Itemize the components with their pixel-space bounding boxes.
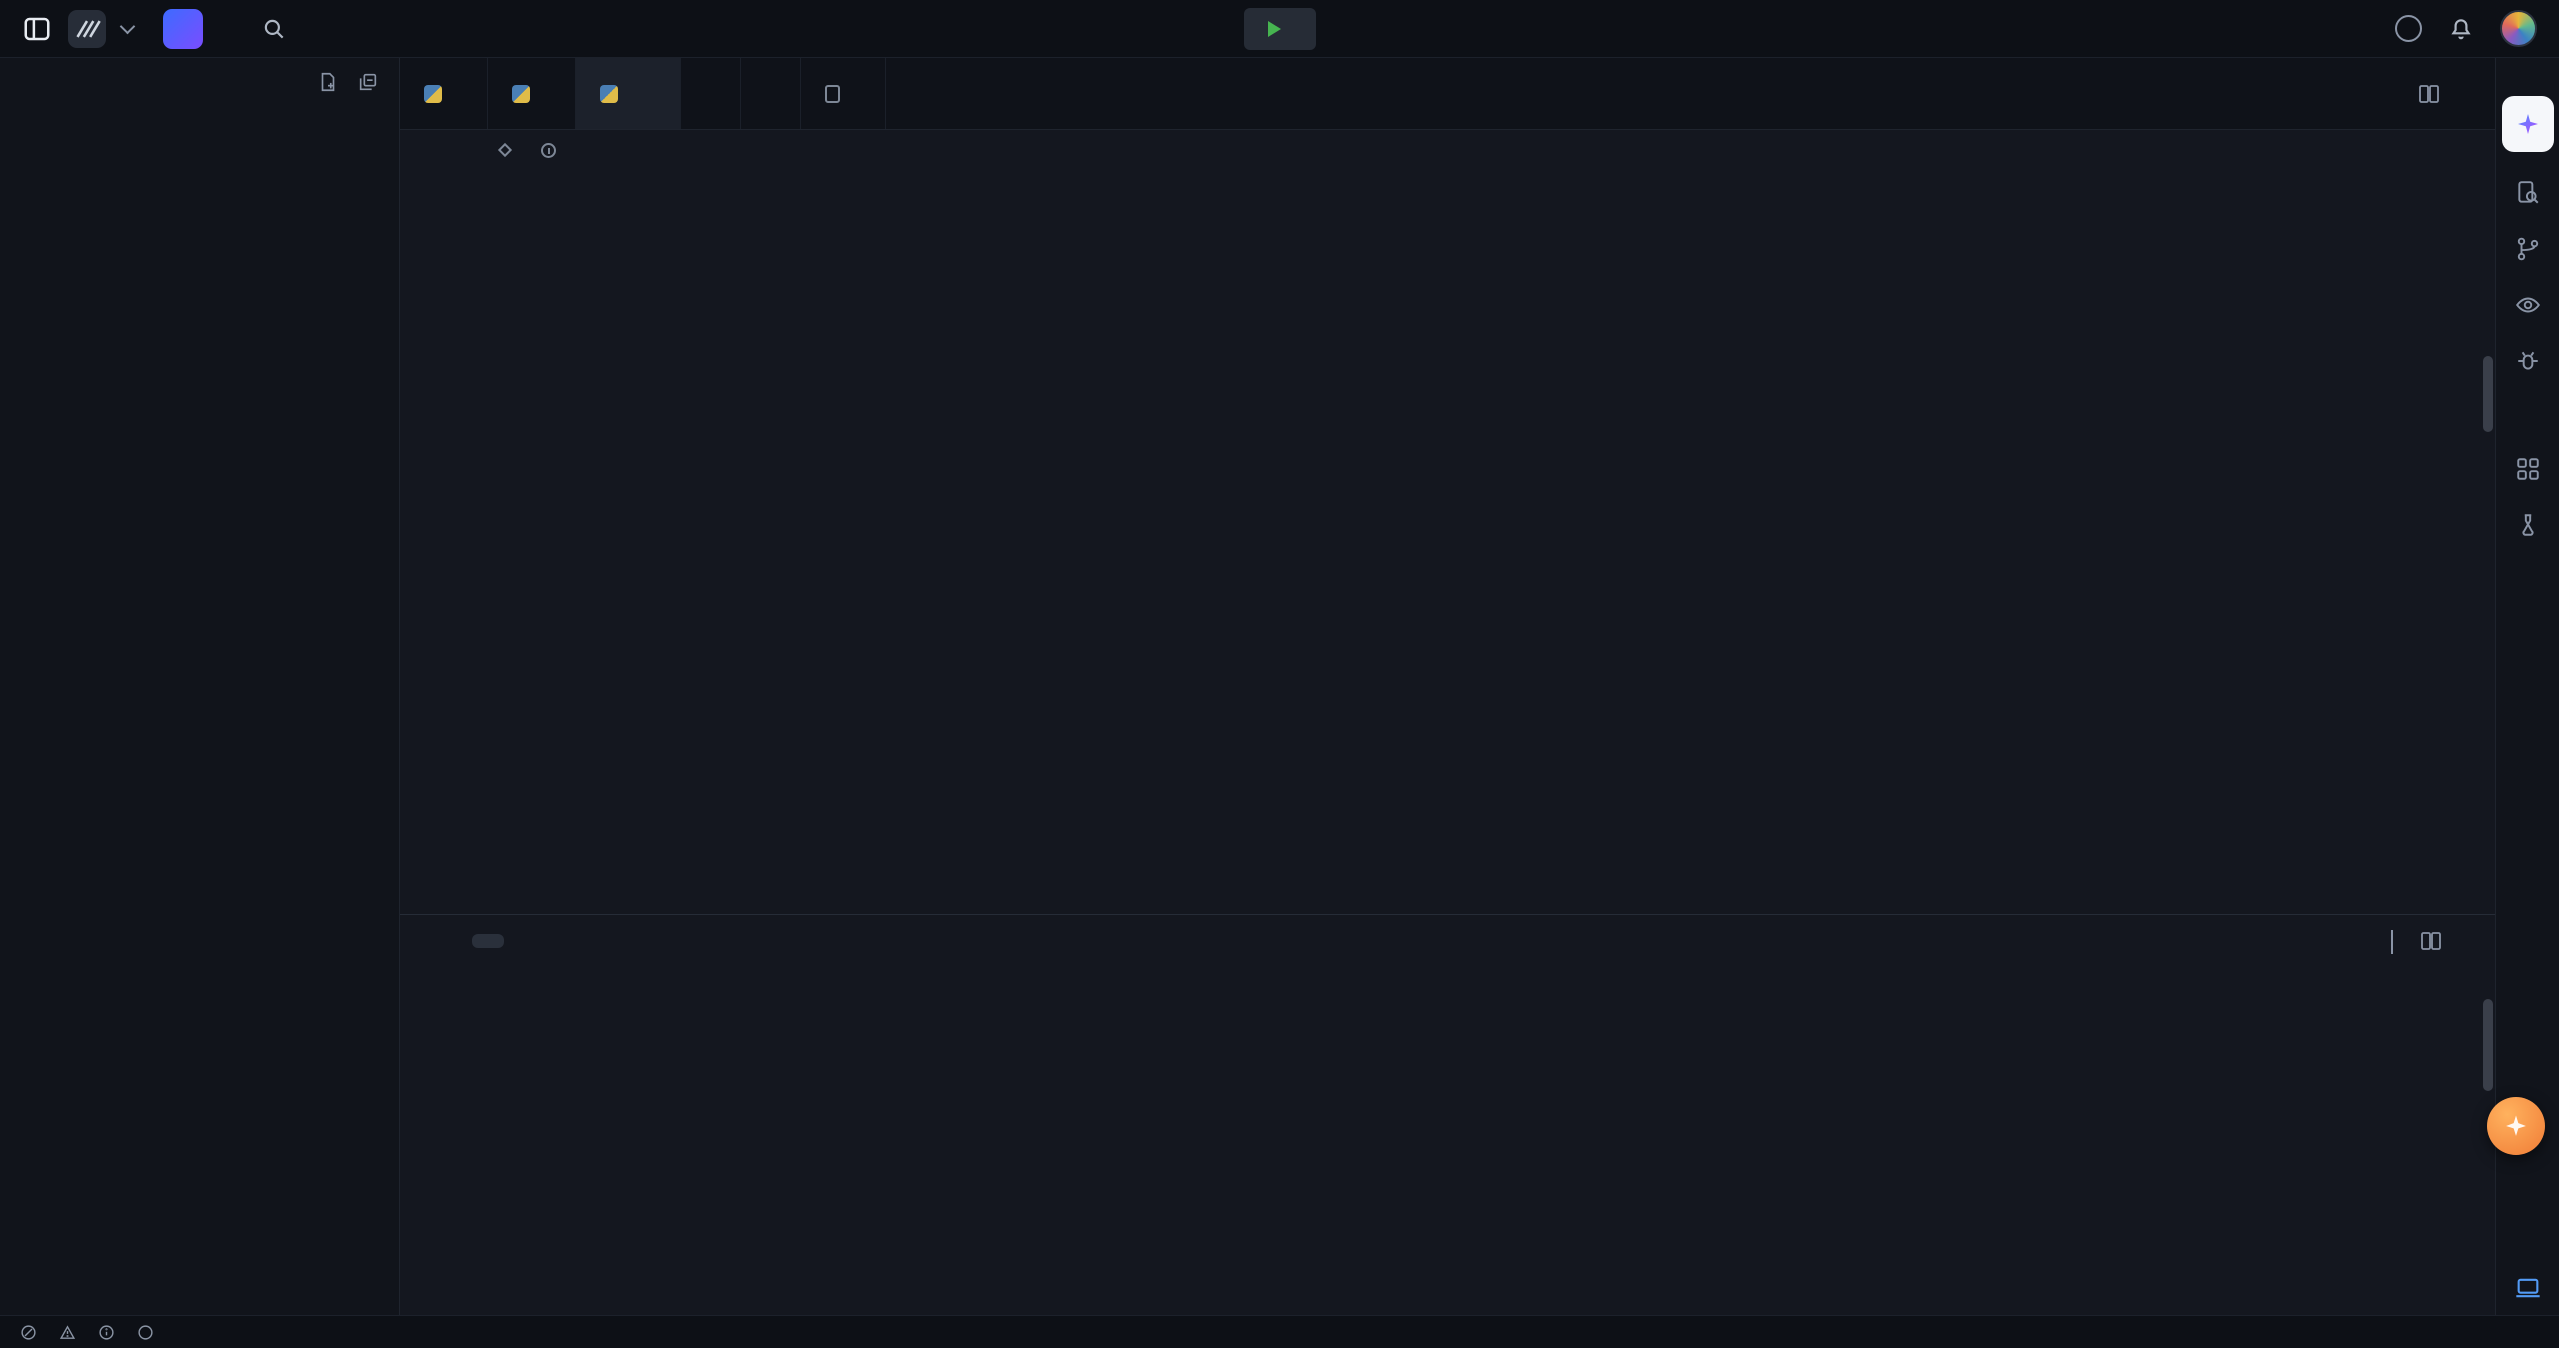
scrollbar-thumb[interactable]	[2483, 999, 2493, 1091]
panel-tab-terminal[interactable]	[472, 934, 504, 948]
symbol-info-icon	[541, 143, 556, 158]
breadcrumb	[400, 130, 2495, 170]
file-explorer	[0, 58, 400, 1315]
play-icon	[1268, 21, 1281, 37]
user-avatar[interactable]	[2500, 10, 2537, 47]
python-file-icon	[600, 85, 618, 103]
warnings-badge[interactable]	[59, 1324, 82, 1341]
bottom-panel	[400, 914, 2495, 1315]
search-icon[interactable]	[261, 16, 287, 42]
laptop-icon[interactable]	[2513, 1273, 2543, 1303]
status-bar	[0, 1315, 2559, 1348]
editor-tab[interactable]	[681, 58, 741, 129]
terminal-dropdown-icon[interactable]	[2391, 930, 2393, 953]
code-editor[interactable]	[400, 170, 2495, 914]
split-terminal-icon[interactable]	[2419, 929, 2443, 953]
editor-tab[interactable]	[488, 58, 576, 129]
project-logo-icon	[163, 9, 203, 49]
editor-tabbar	[400, 58, 2495, 130]
file-icon	[825, 85, 840, 103]
explorer-header	[0, 58, 399, 106]
circle-icon	[137, 1324, 154, 1341]
symbol-class-icon	[498, 143, 512, 157]
terminal-output[interactable]	[400, 967, 2495, 1315]
problems-indicator[interactable]	[20, 1324, 160, 1341]
run-button[interactable]	[1244, 8, 1316, 50]
star-icon	[2502, 1112, 2530, 1140]
file-search-icon[interactable]	[2513, 178, 2543, 208]
editor-tab[interactable]	[741, 58, 801, 129]
help-icon[interactable]	[2395, 15, 2422, 42]
new-file-icon[interactable]	[317, 71, 339, 93]
panel-tab-debug-console[interactable]	[426, 934, 458, 948]
eye-icon[interactable]	[2513, 290, 2543, 320]
python-file-icon	[424, 85, 442, 103]
collapse-all-icon[interactable]	[357, 71, 379, 93]
editor-area	[400, 58, 2495, 1315]
split-editor-icon[interactable]	[2417, 82, 2441, 106]
warning-icon	[59, 1324, 76, 1341]
editor-tab[interactable]	[801, 58, 886, 129]
editor-tab-active[interactable]	[576, 58, 681, 129]
breadcrumb-item[interactable]	[500, 145, 517, 155]
breadcrumb-item[interactable]	[541, 143, 563, 158]
errors-badge[interactable]	[20, 1324, 43, 1341]
extensions-grid-icon[interactable]	[2513, 454, 2543, 484]
bug-icon[interactable]	[2513, 346, 2543, 376]
info-badge[interactable]	[98, 1324, 121, 1341]
scrollbar-thumb[interactable]	[2483, 356, 2493, 432]
beaker-icon[interactable]	[2513, 510, 2543, 540]
panel-header	[400, 915, 2495, 967]
panel-tab-network[interactable]	[518, 934, 550, 948]
git-branch-icon[interactable]	[2513, 234, 2543, 264]
editor-scrollbar[interactable]	[2481, 170, 2495, 914]
error-icon	[20, 1324, 37, 1341]
floating-assistant-mascot[interactable]	[2487, 1097, 2545, 1155]
ai-assistant-badge[interactable]	[2502, 96, 2554, 152]
python-file-icon	[512, 85, 530, 103]
sidebar-toggle-icon[interactable]	[22, 14, 52, 44]
editor-tab[interactable]	[400, 58, 488, 129]
ai-sparkle-icon	[2516, 112, 2540, 136]
chevron-down-icon[interactable]	[122, 26, 133, 32]
ide-window	[0, 0, 2559, 1348]
topbar	[0, 0, 2559, 58]
notifications-bell-icon[interactable]	[2448, 16, 2474, 42]
info-icon	[98, 1324, 115, 1341]
ports-badge[interactable]	[137, 1324, 160, 1341]
workspace-logo-icon[interactable]	[68, 10, 106, 48]
file-tree	[0, 106, 399, 1315]
